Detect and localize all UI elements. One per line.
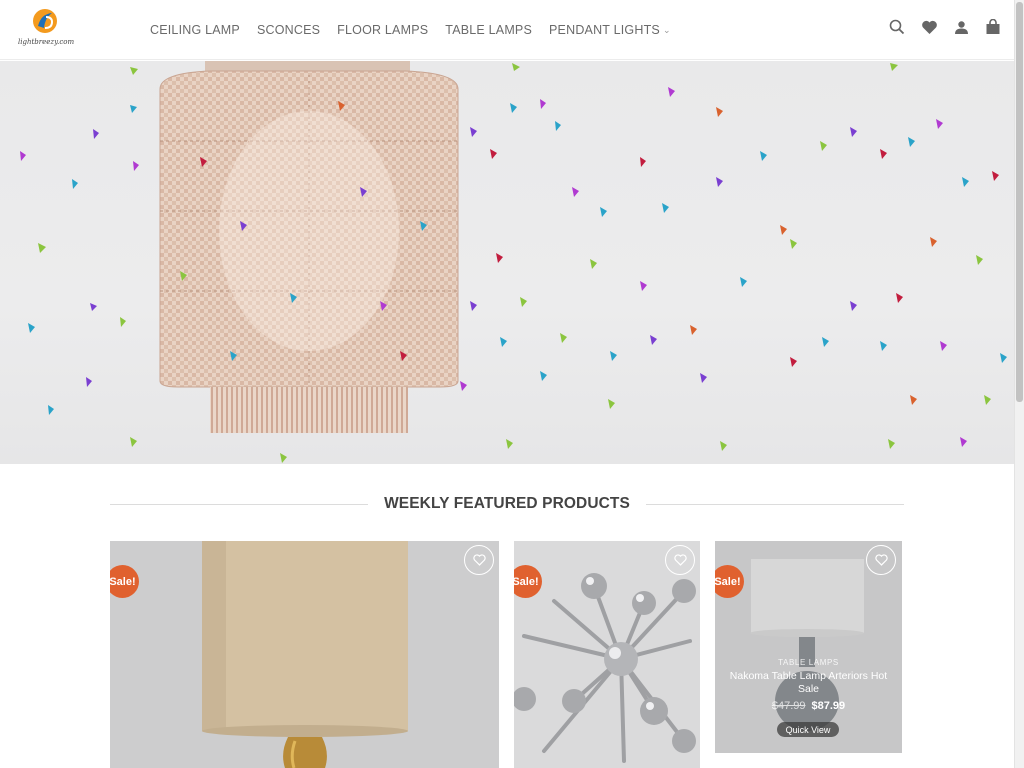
product-card[interactable]: Sale! TABLE LAMPS Nakoma Table Lamp Arte…: [715, 541, 902, 753]
site-header: lightbreezy.com CEILING LAMP SCONCES FLO…: [0, 0, 1014, 60]
page-scrollbar[interactable]: [1014, 0, 1024, 768]
old-price: $47.99: [771, 700, 806, 712]
nav-item-ceiling-lamp[interactable]: CEILING LAMP: [150, 23, 240, 37]
heart-icon[interactable]: [920, 18, 938, 36]
product-title[interactable]: Nakoma Table Lamp Arteriors Hot Sale: [715, 670, 902, 696]
nav-item-label: FLOOR LAMPS: [337, 23, 429, 37]
main-nav: CEILING LAMP SCONCES FLOOR LAMPS TABLE L…: [150, 0, 671, 60]
product-card[interactable]: Sale!: [514, 541, 700, 768]
nav-item-pendant-lights[interactable]: PENDANT LIGHTS ⌄: [549, 23, 671, 37]
quick-view-button[interactable]: Quick View: [777, 722, 839, 737]
hero-banner[interactable]: [0, 61, 1014, 464]
shopping-bag-icon[interactable]: [984, 18, 1002, 36]
wishlist-heart-icon[interactable]: [866, 545, 896, 575]
nav-item-label: SCONCES: [256, 23, 321, 37]
product-category[interactable]: TABLE LAMPS: [715, 658, 902, 667]
product-info: TABLE LAMPS Nakoma Table Lamp Arteriors …: [715, 658, 902, 712]
product-price: $47.99 $87.99: [715, 700, 902, 712]
drum-shade-table-lamp-image: [110, 541, 499, 768]
sputnik-chrome-chandelier-image: [514, 541, 700, 768]
logo-mark-icon: [33, 9, 57, 33]
wishlist-heart-icon[interactable]: [464, 545, 494, 575]
nav-item-table-lamps[interactable]: TABLE LAMPS: [445, 23, 532, 37]
hero-image: [20, 61, 1007, 463]
site-logo[interactable]: lightbreezy.com: [18, 8, 74, 48]
nav-item-floor-lamps[interactable]: FLOOR LAMPS: [337, 23, 428, 37]
divider: [645, 503, 904, 505]
product-card[interactable]: Sale!: [110, 541, 499, 768]
logo-text: lightbreezy.com: [18, 38, 75, 46]
sale-price: $87.99: [811, 700, 846, 712]
nav-item-label: PENDANT LIGHTS: [549, 23, 660, 37]
divider: [110, 503, 369, 505]
nav-item-label: CEILING LAMP: [150, 23, 240, 37]
nav-item-sconces[interactable]: SCONCES: [257, 23, 320, 37]
nav-item-label: TABLE LAMPS: [445, 23, 533, 37]
wishlist-heart-icon[interactable]: [665, 545, 695, 575]
pendant-lamp-image: [159, 61, 459, 433]
scrollbar-thumb[interactable]: [1016, 2, 1023, 402]
chevron-down-icon: ⌄: [662, 24, 671, 35]
search-icon[interactable]: [888, 18, 906, 36]
header-actions: [888, 18, 1002, 36]
section-title: WEEKLY FEATURED PRODUCTS: [384, 495, 630, 512]
user-icon[interactable]: [952, 18, 970, 36]
section-heading: WEEKLY FEATURED PRODUCTS: [110, 490, 904, 518]
